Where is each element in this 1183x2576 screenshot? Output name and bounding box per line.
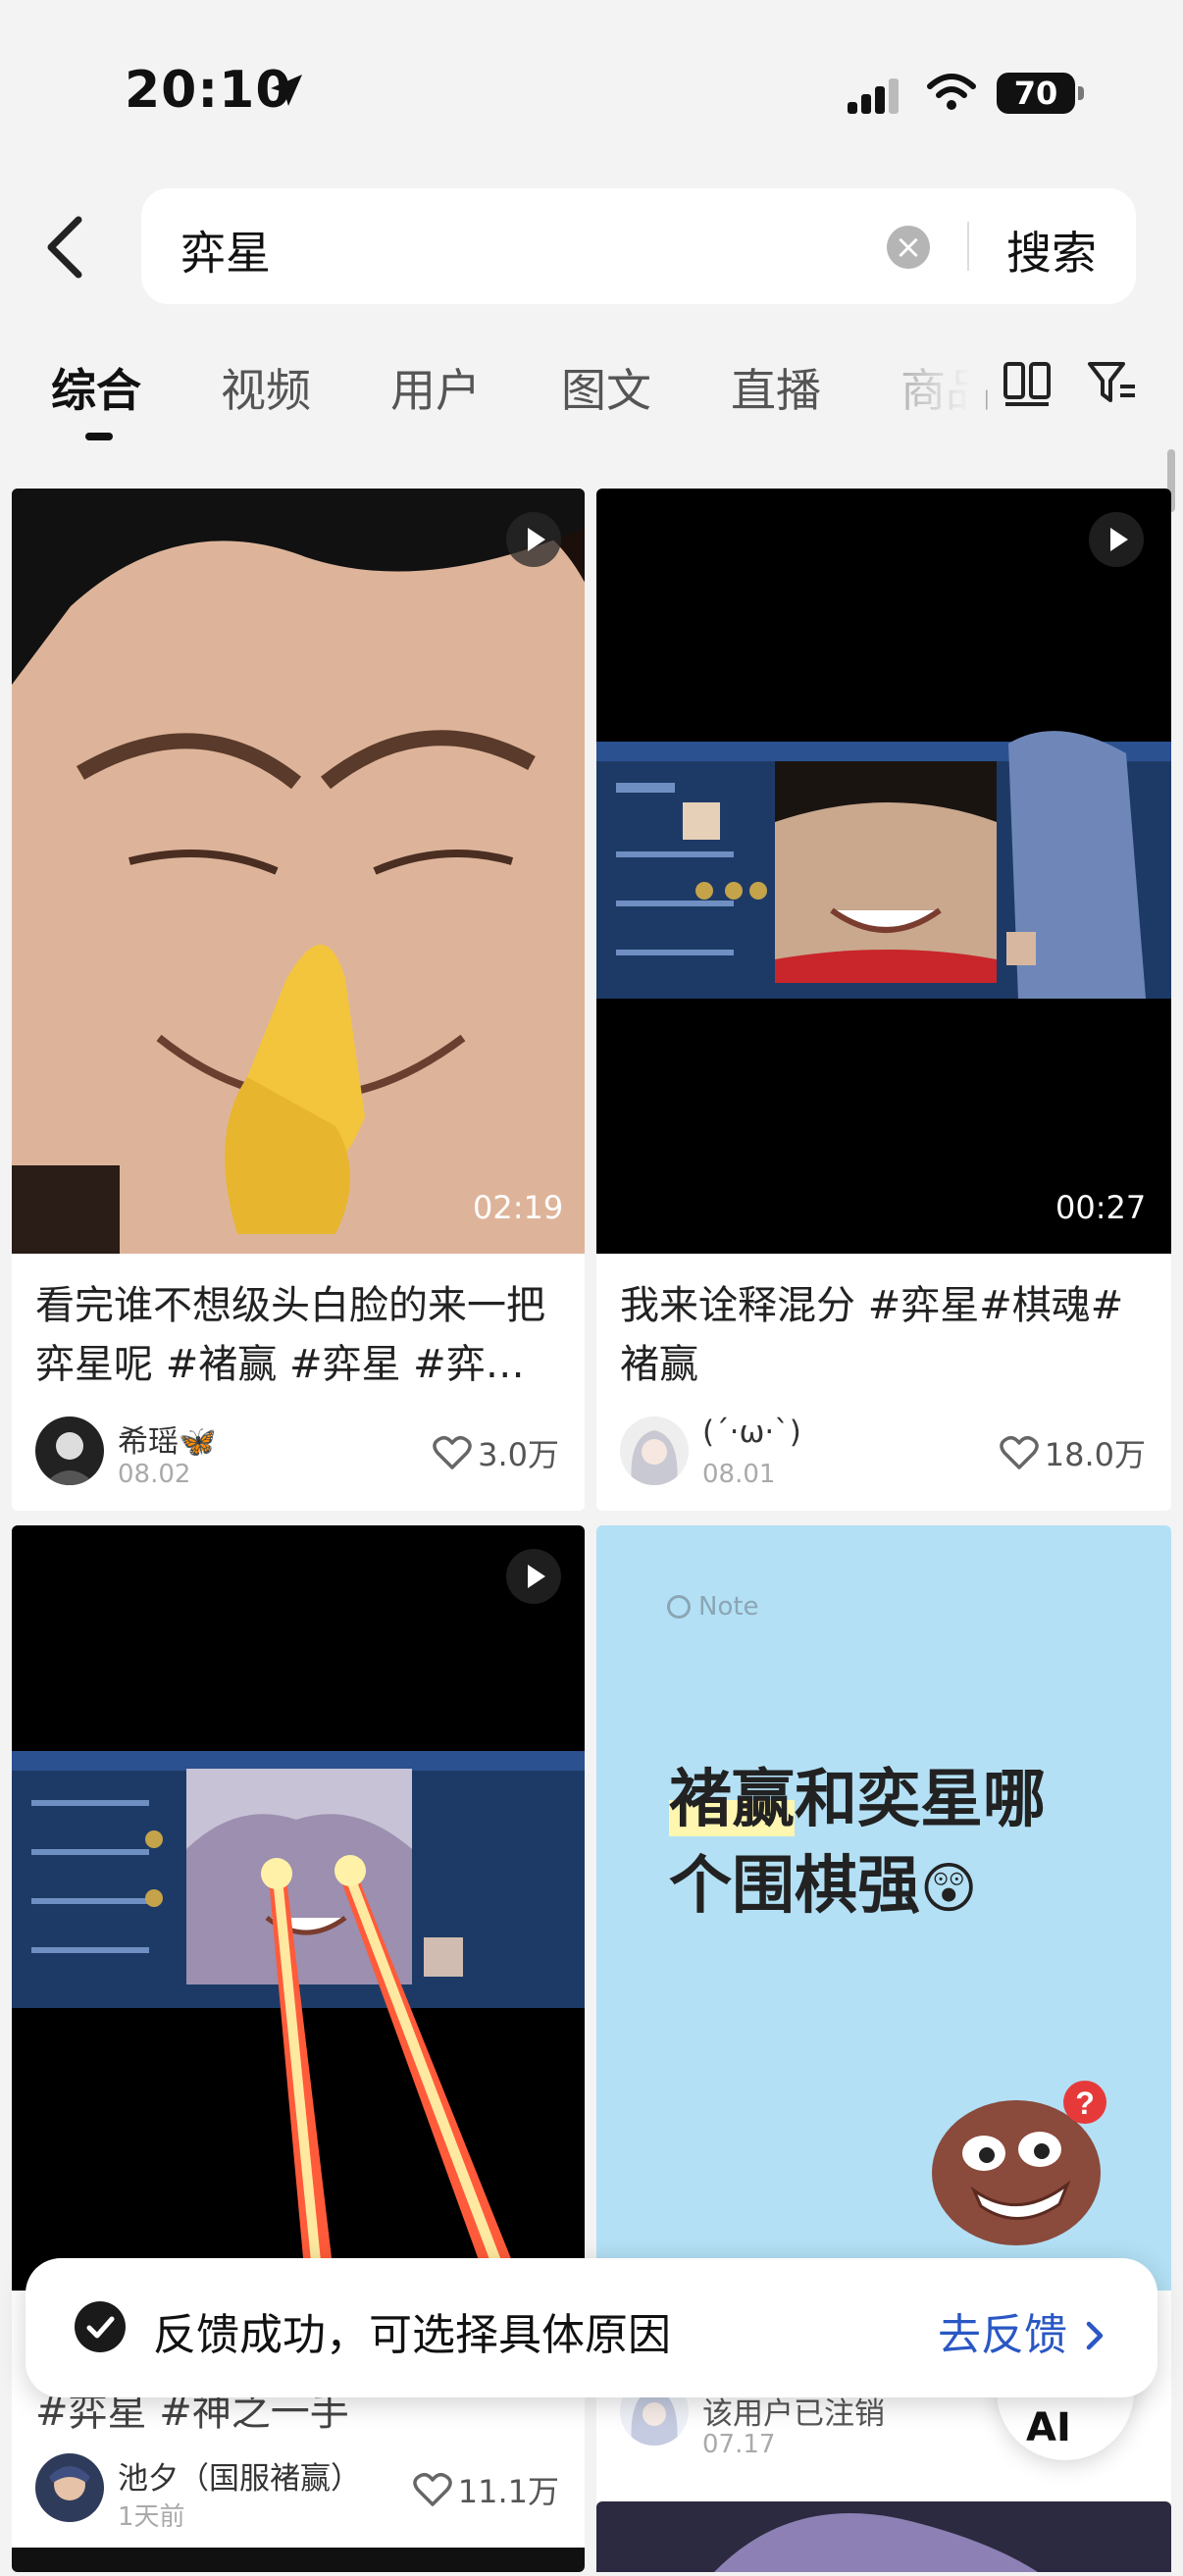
avatar[interactable] <box>35 1417 104 1485</box>
tab-comprehensive[interactable]: 综合 <box>51 355 141 420</box>
note-line-2-text: 个围棋强 <box>669 1850 920 1923</box>
chevron-right-icon <box>1086 2321 1104 2350</box>
next-card-edge <box>12 2548 585 2572</box>
thumbnail-image <box>12 1751 585 2291</box>
author-name[interactable]: (ˊ·ω·ˋ) <box>702 1415 801 1450</box>
heart-icon <box>433 1435 472 1469</box>
like-count-value: 18.0万 <box>1044 1436 1146 1473</box>
play-icon <box>1089 512 1144 567</box>
like-count[interactable]: 18.0万 <box>999 1430 1146 1475</box>
heart-icon <box>412 2472 452 2506</box>
post-date: 1天前 <box>118 2502 185 2532</box>
check-icon <box>75 2301 126 2352</box>
tab-video[interactable]: 视频 <box>221 355 311 420</box>
tab-users[interactable]: 用户 <box>390 355 481 420</box>
card-title[interactable]: 我来诠释混分 #弈星#棋魂#褚赢 <box>620 1276 1150 1394</box>
post-date: 08.02 <box>118 1460 191 1489</box>
filter-icon[interactable] <box>1087 359 1138 408</box>
avatar[interactable] <box>620 1417 689 1485</box>
svg-text:?: ? <box>1075 2086 1095 2121</box>
toast-message: 反馈成功，可选择具体原因 <box>153 2310 671 2360</box>
go-feedback-label[interactable]: 去反馈 <box>938 2310 1067 2360</box>
like-count[interactable]: 3.0万 <box>433 1430 559 1475</box>
note-label-text: Note <box>698 1592 759 1622</box>
feedback-toast: 反馈成功，可选择具体原因 去反馈 <box>26 2258 1157 2397</box>
heart-icon <box>999 1435 1039 1469</box>
battery-level: 70 <box>1013 75 1058 112</box>
note-label: Note <box>667 1592 759 1622</box>
cellular-signal-icon <box>848 78 899 114</box>
location-arrow-icon <box>271 75 302 106</box>
note-line-2: 个围棋强😲 <box>669 1843 1046 1932</box>
note-text: 褚赢和奕星哪 个围棋强😲 <box>669 1757 1046 1932</box>
result-card[interactable]: 02:19 看完谁不想级头白脸的来一把弈星呢 #褚赢 #弈星 #弈… 希瑶🦋 0… <box>12 489 585 1511</box>
note-highlight: 褚赢 <box>669 1764 795 1836</box>
back-icon[interactable] <box>33 208 96 286</box>
result-card[interactable]: 00:27 我来诠释混分 #弈星#棋魂#褚赢 (ˊ·ω·ˋ) 08.01 18.… <box>596 489 1171 1511</box>
note-thumbnail[interactable]: Note 褚赢和奕星哪 个围棋强😲 ? <box>596 1525 1171 2291</box>
play-icon <box>506 512 561 567</box>
card-title[interactable]: 看完谁不想级头白脸的来一把弈星呢 #褚赢 #弈星 #弈… <box>35 1276 565 1394</box>
avatar[interactable] <box>35 2453 104 2522</box>
note-line-1: 褚赢和奕星哪 <box>669 1757 1046 1843</box>
video-thumbnail[interactable] <box>12 1525 585 2291</box>
play-icon <box>506 1549 561 1604</box>
result-card[interactable]: #弈星 #神之一手 池夕（国服褚赢） 1天前 11.1万 <box>12 1525 585 2572</box>
thumbnail-image <box>12 489 585 1254</box>
like-count-value: 3.0万 <box>478 1436 559 1473</box>
author-name[interactable]: 池夕（国服褚赢） <box>118 2453 361 2498</box>
search-query[interactable]: 弈星 <box>180 218 271 283</box>
video-thumbnail[interactable]: 02:19 <box>12 489 585 1254</box>
author-name[interactable]: 希瑶🦋 <box>118 1417 217 1461</box>
search-button[interactable]: 搜索 <box>1006 218 1097 283</box>
search-input[interactable]: 弈星 × 搜索 <box>141 188 1136 304</box>
video-duration: 00:27 <box>1055 1189 1147 1226</box>
tab-fade <box>888 343 986 422</box>
clear-icon[interactable]: × <box>887 226 930 269</box>
ai-label: AI <box>1026 2405 1071 2450</box>
like-count[interactable]: 11.1万 <box>412 2467 559 2512</box>
tab-image-text[interactable]: 图文 <box>561 355 651 420</box>
tab-live[interactable]: 直播 <box>731 355 821 420</box>
worried-emoji-icon: 😲 <box>920 1857 978 1921</box>
go-feedback-link[interactable]: 去反馈 <box>938 2299 1110 2362</box>
video-thumbnail[interactable]: 00:27 <box>596 489 1171 1254</box>
post-date: 08.01 <box>702 1460 776 1489</box>
next-card-edge <box>596 2501 1171 2572</box>
like-count-value: 11.1万 <box>457 2473 559 2510</box>
note-circle-icon <box>667 1595 691 1619</box>
video-duration: 02:19 <box>473 1189 564 1226</box>
active-tab-indicator <box>85 433 113 440</box>
post-date: 07.17 <box>702 2430 776 2459</box>
layout-toggle-icon[interactable] <box>1003 359 1052 408</box>
note-line-1-rest: 和奕星哪 <box>795 1764 1046 1836</box>
confused-mascot-icon: ? <box>932 2081 1106 2245</box>
divider <box>967 222 969 271</box>
battery-indicator: 70 <box>997 73 1084 114</box>
wifi-icon <box>927 74 976 110</box>
thumbnail-image <box>596 731 1171 999</box>
